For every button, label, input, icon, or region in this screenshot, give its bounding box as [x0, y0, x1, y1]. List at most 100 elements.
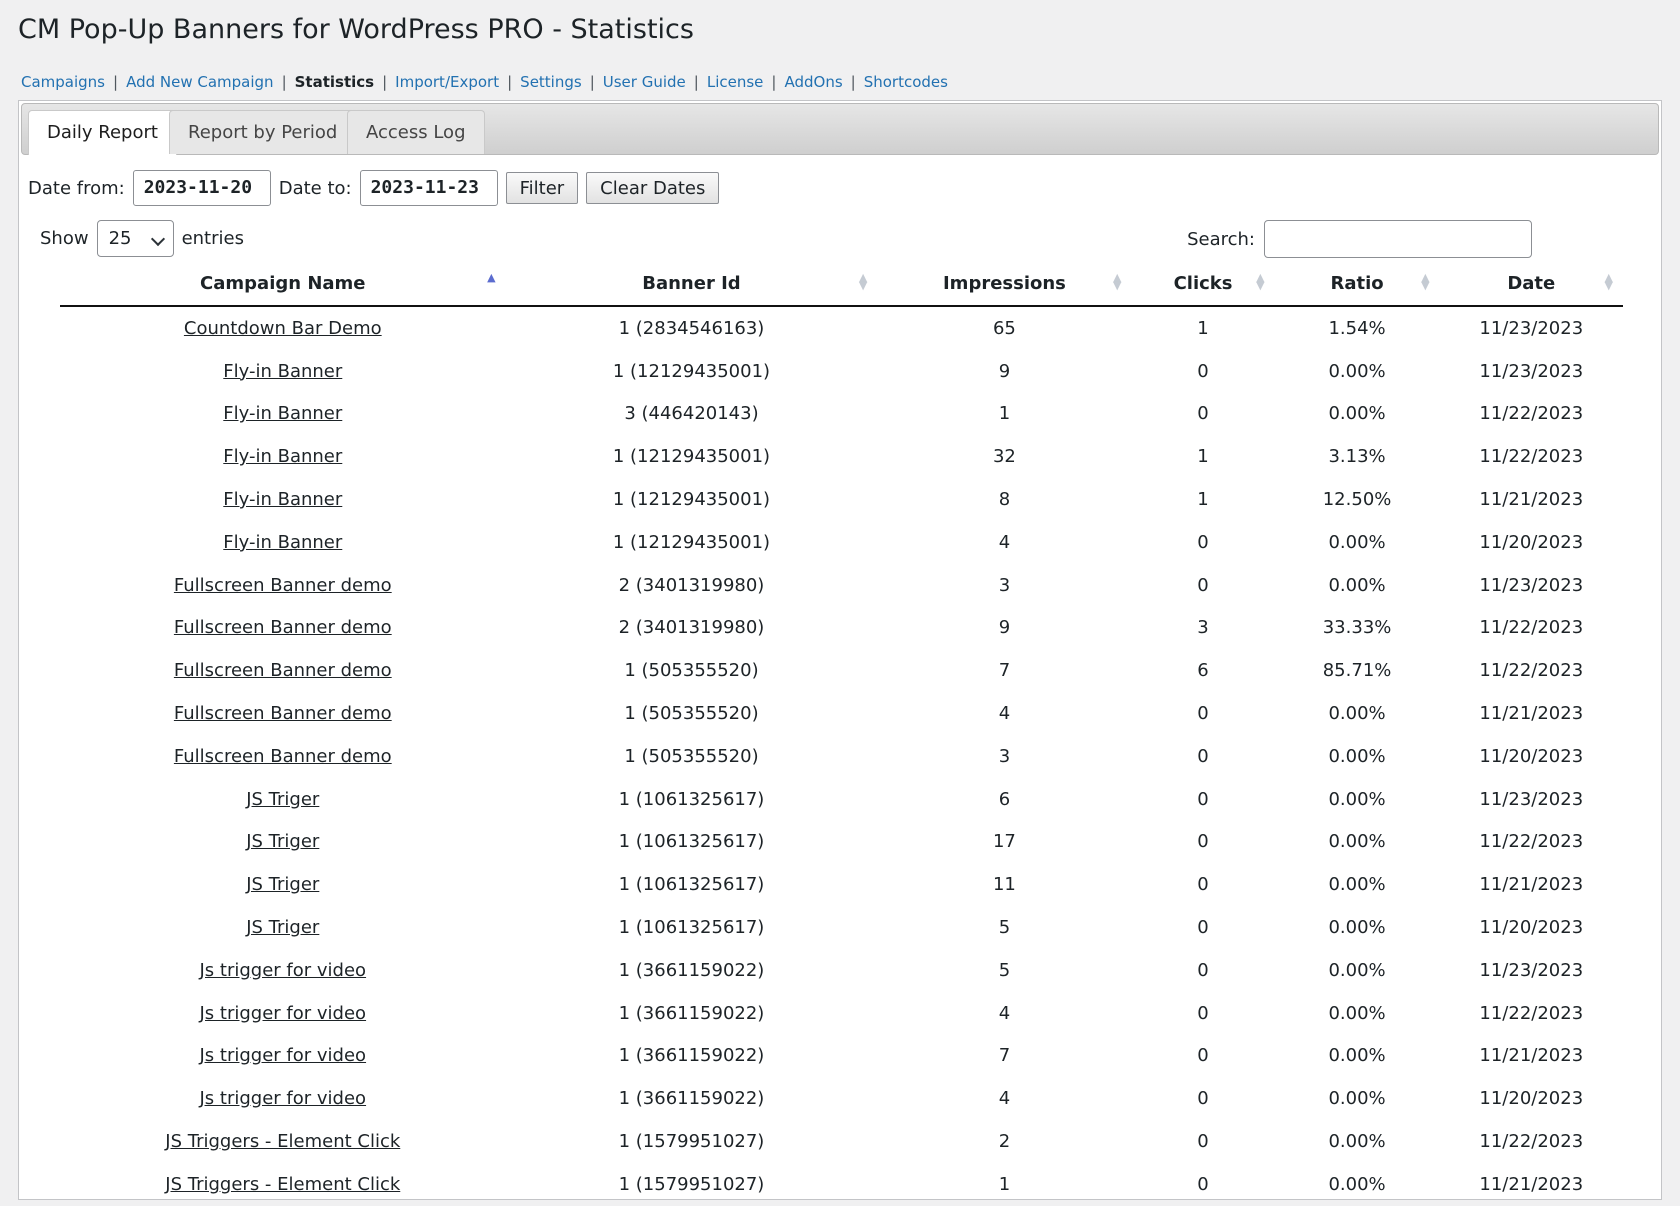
table-cell: 0.00% [1328, 531, 1386, 553]
campaign-link[interactable]: Fly-in Banner [223, 446, 342, 467]
campaign-link[interactable]: JS Triger [246, 831, 319, 852]
table-row: JS Triggers - Element Click 1 (1579951027… [60, 1120, 1623, 1163]
table-cell: 1.54% [1328, 317, 1386, 339]
campaign-link[interactable]: Js trigger for video [200, 1088, 367, 1109]
table-row: JS Triger 1 (1061325617) 11 0 0.00% 11/21/202… [60, 863, 1623, 906]
table-cell: 6 [1197, 660, 1209, 682]
date-to-input[interactable]: 2023-11-23 [359, 170, 498, 206]
table-cell: 11/21/2023 [1479, 703, 1584, 725]
table-cell: 0 [1197, 874, 1209, 896]
column-header-impressions[interactable]: Impressions ▲ ▼ [877, 262, 1132, 307]
campaign-link[interactable]: Countdown Bar Demo [184, 318, 382, 339]
tab-access-log[interactable]: Access Log [347, 110, 485, 154]
column-header-ratio[interactable]: Ratio ▲ ▼ [1274, 262, 1440, 307]
campaign-link[interactable]: Fly-in Banner [223, 361, 342, 382]
table-header-row: Campaign Name ▲ Banner Id ▲ ▼ Impressions ▲ ▼ Cl… [60, 262, 1623, 307]
column-header-label: Clicks [1173, 273, 1233, 294]
campaign-link[interactable]: Fullscreen Banner demo [174, 617, 392, 638]
campaign-link[interactable]: JS Triger [246, 874, 319, 895]
campaign-link[interactable]: Fullscreen Banner demo [174, 575, 392, 596]
subnav-link-settings[interactable]: Settings [520, 73, 582, 91]
campaign-link[interactable]: JS Triger [246, 789, 319, 810]
table-row: Fullscreen Banner demo 2 (3401319980) 9 3 33… [60, 607, 1623, 650]
table-cell: 3.13% [1328, 446, 1386, 468]
campaign-link[interactable]: Fly-in Banner [223, 489, 342, 510]
campaign-link[interactable]: Fullscreen Banner demo [174, 746, 392, 767]
date-from-input[interactable]: 2023-11-20 [132, 170, 271, 206]
campaign-link[interactable]: JS Triggers - Element Click [165, 1174, 400, 1195]
table-row: Js trigger for video 1 (3661159022) 4 0 0.00… [60, 1077, 1623, 1120]
filter-button[interactable]: Filter [505, 172, 579, 204]
table-cell: 11/20/2023 [1479, 1088, 1584, 1110]
table-row: Countdown Bar Demo 1 (2834546163) 65 1 1.54%… [60, 306, 1623, 350]
clear-dates-button[interactable]: Clear Dates [586, 172, 720, 204]
table-cell: 0 [1197, 360, 1209, 382]
campaign-link[interactable]: JS Triggers - Element Click [165, 1131, 400, 1152]
table-row: Fly-in Banner 1 (12129435001) 32 1 3.13% 11/2… [60, 435, 1623, 478]
campaign-link[interactable]: Js trigger for video [200, 1003, 367, 1024]
campaign-link[interactable]: Fly-in Banner [223, 403, 342, 424]
table-cell: 0 [1197, 703, 1209, 725]
table-cell: 2 (3401319980) [618, 617, 765, 639]
column-header-clicks[interactable]: Clicks ▲ ▼ [1131, 262, 1275, 307]
table-cell: 11/21/2023 [1479, 1173, 1584, 1195]
table-cell: 9 [998, 617, 1011, 639]
nav-separator: | [771, 73, 777, 91]
table-cell: 0.00% [1328, 959, 1386, 981]
table-row: Fullscreen Banner demo 1 (505355520) 4 0 0.0… [60, 692, 1623, 735]
table-cell: JS Triggers - Element Click [60, 1120, 506, 1163]
table-cell: 11/22/2023 [1479, 446, 1584, 468]
campaign-link[interactable]: Fullscreen Banner demo [174, 660, 392, 681]
tab-report-by-period[interactable]: Report by Period [169, 110, 357, 154]
sort-arrows-icon: ▲ ▼ [1604, 271, 1613, 292]
sort-arrows-icon: ▲ ▼ [1113, 271, 1122, 292]
column-header-date[interactable]: Date ▲ ▼ [1439, 262, 1623, 307]
table-cell: 0 [1197, 531, 1209, 553]
campaign-link[interactable]: Js trigger for video [200, 1045, 367, 1066]
table-row: Js trigger for video 1 (3661159022) 5 0 0.00… [60, 949, 1623, 992]
tab-daily-report[interactable]: Daily Report [28, 110, 177, 155]
subnav-link-license[interactable]: License [707, 73, 764, 91]
table-cell: JS Triger [60, 778, 506, 821]
table-cell: 11/22/2023 [1479, 831, 1584, 853]
campaign-link[interactable]: Fly-in Banner [223, 532, 342, 553]
table-cell: 0.00% [1328, 745, 1386, 767]
subnav-link-user-guide[interactable]: User Guide [603, 73, 686, 91]
table-cell: Fly-in Banner [60, 435, 506, 478]
table-cell: 0 [1197, 831, 1209, 853]
campaign-link[interactable]: Fullscreen Banner demo [174, 703, 392, 724]
table-row: JS Triger 1 (1061325617) 5 0 0.00% 11/20/2023 [60, 906, 1623, 949]
table-cell: 1 (2834546163) [618, 317, 765, 339]
subnav-link-addons[interactable]: AddOns [784, 73, 842, 91]
table-cell: 1 (3661159022) [618, 1002, 765, 1024]
table-cell: 1 [998, 403, 1011, 425]
subnav-link-statistics[interactable]: Statistics [295, 73, 374, 91]
table-cell: Fullscreen Banner demo [60, 692, 506, 735]
table-cell: 0 [1197, 574, 1209, 596]
nav-separator: | [382, 73, 388, 91]
subnav-link-import-export[interactable]: Import/Export [395, 73, 499, 91]
campaign-link[interactable]: JS Triger [246, 917, 319, 938]
show-label: Show [40, 228, 89, 249]
subnav-link-shortcodes[interactable]: Shortcodes [864, 73, 948, 91]
table-cell: 1 (1579951027) [618, 1173, 765, 1195]
table-cell: 11/23/2023 [1479, 959, 1584, 981]
entries-select[interactable]: 25 [96, 220, 174, 257]
column-header-banner-id[interactable]: Banner Id ▲ ▼ [505, 262, 878, 307]
search-input[interactable] [1264, 220, 1532, 258]
table-cell: 0 [1197, 1173, 1209, 1195]
table-cell: 11/23/2023 [1479, 788, 1584, 810]
campaign-link[interactable]: Js trigger for video [200, 960, 367, 981]
column-header-label: Campaign Name [200, 273, 366, 294]
table-cell: 7 [998, 660, 1011, 682]
table-cell: 33.33% [1322, 617, 1392, 639]
subnav-link-campaigns[interactable]: Campaigns [21, 73, 105, 91]
column-header-campaign-name[interactable]: Campaign Name ▲ [60, 262, 506, 307]
table-cell: Js trigger for video [60, 949, 506, 992]
subnav-link-add-new-campaign[interactable]: Add New Campaign [126, 73, 273, 91]
table-row: Fly-in Banner 1 (12129435001) 9 0 0.00% 11/23… [60, 350, 1623, 393]
table-cell: 2 (3401319980) [618, 574, 765, 596]
table-cell: 11/21/2023 [1479, 874, 1584, 896]
table-cell: 1 (1061325617) [618, 874, 765, 896]
table-cell: 0 [1197, 1045, 1209, 1067]
